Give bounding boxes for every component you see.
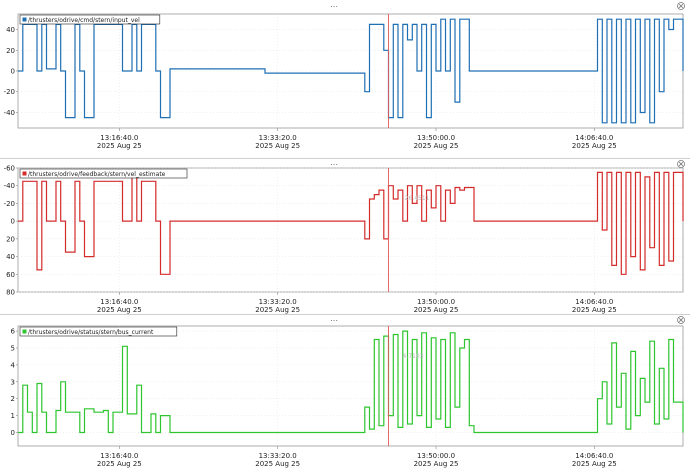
- y-tick-label: -60: [4, 165, 15, 173]
- y-tick-label: 80: [6, 289, 15, 297]
- x-tick-date-label: 2025 Aug 25: [97, 306, 142, 314]
- y-tick-label: -20: [4, 88, 15, 96]
- x-tick-date-label: 2025 Aug 25: [255, 142, 300, 150]
- legend[interactable]: /thrusters/odrive/status/stern/bus_curre…: [19, 326, 178, 337]
- x-tick-date-label: 2025 Aug 25: [414, 306, 459, 314]
- plot-area[interactable]: [17, 167, 684, 293]
- x-tick-date-label: 2025 Aug 25: [414, 142, 459, 150]
- y-tick-label: -40: [4, 109, 15, 117]
- plots-svg: ⋯40200-20-4013:16:40.02025 Aug 2513:33:2…: [0, 2, 690, 469]
- x-tick-date-label: 2025 Aug 25: [255, 306, 300, 314]
- y-tick-label: 5: [11, 344, 15, 352]
- plot-panel-1[interactable]: ⋯40200-20-4013:16:40.02025 Aug 2513:33:2…: [4, 2, 685, 150]
- x-tick-label: 14:06:40.0: [575, 452, 613, 460]
- x-tick-label: 13:33:20.0: [259, 452, 297, 460]
- x-tick-label: 13:16:40.0: [100, 452, 138, 460]
- legend[interactable]: /thrusters/odrive/cmd/stern/input_vel: [19, 14, 161, 25]
- x-tick-label: 13:33:20.0: [259, 134, 297, 142]
- y-tick-label: 3: [11, 378, 15, 386]
- x-tick-label: 13:50:00.0: [417, 452, 455, 460]
- x-tick-date-label: 2025 Aug 25: [97, 142, 142, 150]
- x-tick-label: 14:06:40.0: [575, 298, 613, 306]
- legend-label: /thrusters/odrive/feedback/stern/vel_est…: [28, 171, 166, 178]
- plot-area[interactable]: [17, 325, 684, 447]
- x-tick-label: 13:16:40.0: [100, 298, 138, 306]
- y-tick-label: 6: [11, 328, 16, 336]
- y-tick-label: 40: [6, 253, 15, 261]
- plot-window: ⋯ 40 20 0 -20 -40 13:16:40.0 2025 Aug 25 13:33:2…: [0, 0, 690, 470]
- legend-swatch: [22, 171, 27, 176]
- legend[interactable]: /thrusters/odrive/feedback/stern/vel_est…: [19, 168, 188, 179]
- y-tick-label: -20: [4, 200, 15, 208]
- y-tick-label: 2: [11, 395, 15, 403]
- x-tick-label: 13:50:00.0: [417, 134, 455, 142]
- legend-swatch: [22, 17, 27, 22]
- plot-panel-2[interactable]: ⋯-60-40-2002040608013:16:40.02025 Aug 25…: [0, 158, 690, 315]
- x-tick-date-label: 2025 Aug 25: [572, 460, 617, 468]
- x-tick-label: 13:16:40.0: [100, 134, 138, 142]
- plot-panel-3[interactable]: ⋯654321013:16:40.02025 Aug 2513:33:20.02…: [0, 314, 690, 469]
- panel-menu-dots[interactable]: ⋯: [330, 316, 338, 325]
- y-tick-label: 0: [11, 429, 15, 437]
- y-tick-label: 40: [6, 26, 15, 34]
- series-line: [18, 171, 684, 275]
- x-tick-label: 13:33:20.0: [259, 298, 297, 306]
- panel-menu-dots[interactable]: ⋯: [330, 2, 338, 11]
- x-tick-label: 14:06:40.0: [575, 134, 613, 142]
- y-tick-label: 20: [6, 47, 15, 55]
- close-icon[interactable]: [677, 316, 685, 324]
- x-tick-label: 13:50:00.0: [417, 298, 455, 306]
- cursor-value-label: 4.7103: [403, 353, 424, 360]
- legend-swatch: [22, 329, 27, 334]
- y-tick-label: 0: [11, 68, 15, 76]
- legend-label: /thrusters/odrive/status/stern/bus_curre…: [28, 329, 154, 336]
- y-tick-label: 20: [6, 235, 15, 243]
- x-tick-date-label: 2025 Aug 25: [255, 460, 300, 468]
- legend-label: /thrusters/odrive/cmd/stern/input_vel: [28, 17, 140, 24]
- y-tick-label: -40: [4, 182, 15, 190]
- x-tick-date-label: 2025 Aug 25: [97, 460, 142, 468]
- y-tick-label: 4: [11, 361, 16, 369]
- close-icon[interactable]: [677, 160, 685, 168]
- x-tick-date-label: 2025 Aug 25: [414, 460, 459, 468]
- cursor-value-label: -26.4511: [403, 195, 430, 202]
- y-tick-label: 1: [11, 412, 15, 420]
- x-tick-date-label: 2025 Aug 25: [572, 142, 617, 150]
- y-tick-label: 0: [11, 218, 15, 226]
- x-tick-date-label: 2025 Aug 25: [572, 306, 617, 314]
- close-icon[interactable]: [677, 2, 685, 10]
- y-tick-label: 60: [6, 271, 15, 279]
